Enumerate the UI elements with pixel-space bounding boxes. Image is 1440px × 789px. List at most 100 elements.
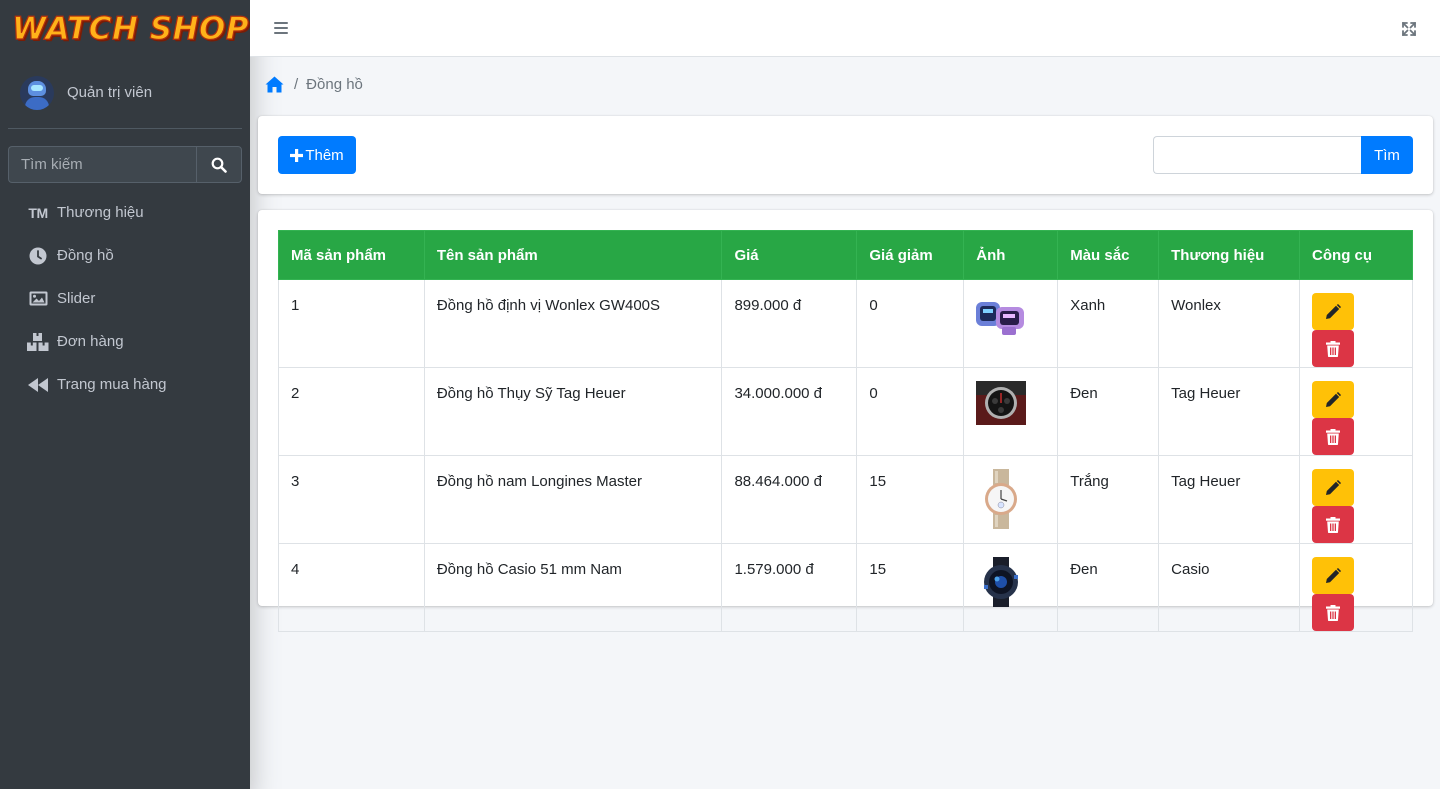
cell-image (963, 279, 1059, 368)
table-row: 1 Đồng hồ định vị Wonlex GW400S 899.000 … (278, 279, 1413, 368)
sidebar-item-slider[interactable]: Slider (0, 277, 250, 320)
cell-brand: Casio (1158, 543, 1301, 632)
delete-button[interactable] (1312, 594, 1355, 631)
sidebar-nav: TM Thương hiệu Đồng hồ Slider Đơn hàng T… (0, 191, 250, 406)
image-icon (27, 289, 49, 309)
cell-discount: 0 (856, 367, 965, 456)
brand-logo: WATCH SHOP (11, 10, 250, 47)
cell-price: 899.000 đ (721, 279, 858, 368)
add-button-label: Thêm (305, 146, 344, 164)
toolbar-card: Thêm Tìm (258, 116, 1433, 194)
menu-toggle-icon[interactable] (274, 20, 288, 36)
cell-price: 88.464.000 đ (721, 455, 858, 544)
cell-discount: 0 (856, 279, 965, 368)
cell-color: Đen (1057, 543, 1160, 632)
pencil-icon (1326, 479, 1342, 495)
cell-price: 1.579.000 đ (721, 543, 858, 632)
pencil-icon (1326, 567, 1342, 583)
table-row: 4 Đồng hồ Casio 51 mm Nam 1.579.000 đ 15… (278, 543, 1413, 632)
table-row: 3 Đồng hồ nam Longines Master 88.464.000… (278, 455, 1413, 544)
sidebar-item-label: Thương hiệu (57, 204, 144, 221)
cell-tools (1299, 455, 1413, 544)
header-color: Màu sắc (1057, 230, 1160, 280)
sidebar-item-label: Đồng hồ (57, 247, 114, 264)
product-thumbnail (985, 469, 1018, 529)
trademark-icon: TM (28, 204, 48, 221)
cell-name: Đồng hồ định vị Wonlex GW400S (423, 279, 723, 368)
cell-tools (1299, 543, 1413, 632)
header-brand: Thương hiệu (1158, 230, 1301, 280)
cell-brand: Wonlex (1158, 279, 1301, 368)
product-table: Mã sản phẩm Tên sản phẩm Giá Giá giảm Ản… (278, 230, 1413, 632)
header-product-name: Tên sản phẩm (423, 230, 723, 280)
cell-name: Đồng hồ nam Longines Master (423, 455, 723, 544)
cell-image (963, 367, 1059, 456)
cell-price: 34.000.000 đ (721, 367, 858, 456)
delete-button[interactable] (1312, 418, 1355, 455)
home-icon[interactable] (265, 76, 284, 93)
cell-brand: Tag Heuer (1158, 455, 1301, 544)
sidebar-item-label: Slider (57, 290, 96, 307)
pencil-icon (1326, 303, 1342, 319)
sidebar: WATCH SHOP Quản trị viên TM Thương hiệu … (0, 0, 250, 789)
delete-button[interactable] (1312, 330, 1355, 367)
sidebar-item-label: Đơn hàng (57, 333, 124, 350)
breadcrumb-current: Đồng hồ (306, 76, 363, 93)
delete-button[interactable] (1312, 506, 1355, 543)
product-thumbnail (976, 302, 1025, 335)
sidebar-item-label: Trang mua hàng (57, 376, 167, 393)
backward-icon (27, 375, 49, 395)
trash-icon (1326, 604, 1341, 621)
cell-color: Đen (1057, 367, 1160, 456)
cell-id: 3 (278, 455, 425, 544)
table-header-row: Mã sản phẩm Tên sản phẩm Giá Giá giảm Ản… (278, 230, 1413, 280)
clock-icon (27, 246, 49, 266)
sidebar-item-watches[interactable]: Đồng hồ (0, 234, 250, 277)
user-name[interactable]: Quản trị viên (67, 84, 152, 101)
add-button[interactable]: Thêm (278, 136, 356, 174)
header-image: Ảnh (963, 230, 1059, 280)
header-product-id: Mã sản phẩm (278, 230, 425, 280)
cell-id: 1 (278, 279, 425, 368)
header-discount: Giá giảm (856, 230, 965, 280)
breadcrumb: / Đồng hồ (265, 76, 363, 93)
header-price: Giá (721, 230, 858, 280)
sidebar-search-input[interactable] (8, 146, 196, 183)
top-navbar (250, 0, 1440, 57)
boxes-icon (27, 332, 49, 352)
cell-tools (1299, 279, 1413, 368)
plus-icon (290, 148, 304, 162)
sidebar-item-orders[interactable]: Đơn hàng (0, 320, 250, 363)
edit-button[interactable] (1312, 293, 1355, 330)
sidebar-search (8, 146, 242, 183)
product-thumbnail (976, 381, 1027, 425)
edit-button[interactable] (1312, 381, 1355, 418)
trash-icon (1326, 516, 1341, 533)
trash-icon (1326, 428, 1341, 445)
search-icon (211, 157, 227, 173)
cell-color: Xanh (1057, 279, 1160, 368)
cell-image (963, 543, 1059, 632)
product-table-card: Mã sản phẩm Tên sản phẩm Giá Giá giảm Ản… (258, 210, 1433, 632)
edit-button[interactable] (1312, 469, 1355, 506)
product-search: Tìm (1153, 136, 1413, 174)
cell-id: 2 (278, 367, 425, 456)
cell-brand: Tag Heuer (1158, 367, 1301, 456)
header-tools: Công cụ (1299, 230, 1413, 280)
sidebar-item-shop-page[interactable]: Trang mua hàng (0, 363, 250, 406)
edit-button[interactable] (1312, 557, 1355, 594)
product-search-button[interactable]: Tìm (1361, 136, 1413, 174)
user-panel[interactable]: Quản trị viên (8, 57, 242, 129)
fullscreen-icon[interactable] (1401, 21, 1417, 37)
product-search-input[interactable] (1153, 136, 1361, 174)
brand-logo-link[interactable]: WATCH SHOP (0, 0, 250, 57)
avatar (20, 75, 54, 110)
trash-icon (1326, 340, 1341, 357)
table-row: 2 Đồng hồ Thụy Sỹ Tag Heuer 34.000.000 đ… (278, 367, 1413, 456)
cell-tools (1299, 367, 1413, 456)
product-thumbnail (984, 557, 1019, 607)
cell-name: Đồng hồ Thụy Sỹ Tag Heuer (423, 367, 723, 456)
sidebar-search-button[interactable] (196, 146, 242, 183)
sidebar-item-brands[interactable]: TM Thương hiệu (0, 191, 250, 234)
breadcrumb-separator: / (294, 76, 299, 93)
